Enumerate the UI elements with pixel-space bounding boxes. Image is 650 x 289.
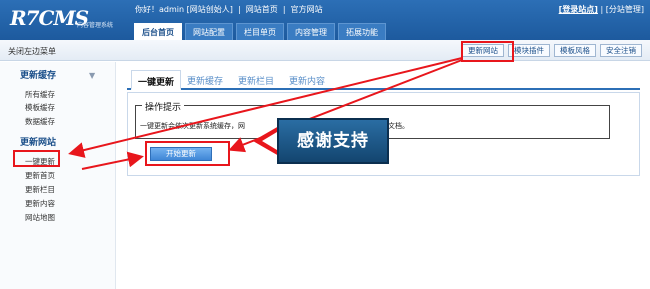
nav-tab-extensions[interactable]: 拓展功能 bbox=[338, 23, 386, 40]
site-home-link[interactable]: 网站首页 bbox=[246, 5, 278, 14]
thanks-badge: 感谢支持 bbox=[277, 118, 389, 164]
sidebar: 更新缓存 ▼ 所有缓存 模板缓存 数据缓存 更新网站 一键更新 更新首页 更新栏… bbox=[0, 62, 116, 289]
nav-tab-content[interactable]: 内容管理 bbox=[287, 23, 335, 40]
hint-text-tail: 文档。 bbox=[388, 122, 409, 130]
user-greeting: 你好！admin [网站创始人] bbox=[135, 5, 233, 14]
tab-update-content[interactable]: 更新内容 bbox=[289, 74, 325, 87]
nav-tab-site-config[interactable]: 网站配置 bbox=[185, 23, 233, 40]
sidebar-item-sitemap[interactable]: 网站地图 bbox=[25, 212, 55, 223]
sidebar-section-update[interactable]: 更新网站 bbox=[20, 135, 56, 148]
sidebar-item-update-content[interactable]: 更新内容 bbox=[25, 198, 55, 209]
start-button-highlight bbox=[145, 141, 230, 166]
nav-tab-column-page[interactable]: 栏目单页 bbox=[236, 23, 284, 40]
logo-subtitle: 内容管理系统 bbox=[77, 22, 114, 29]
hint-legend: 操作提示 bbox=[142, 100, 185, 113]
plugins-button[interactable]: 模块插件 bbox=[508, 44, 550, 57]
tab-update-column[interactable]: 更新栏目 bbox=[238, 74, 274, 87]
sidebar-item-data-cache[interactable]: 数据缓存 bbox=[25, 116, 55, 127]
top-header: R7CMS 内容管理系统 你好！admin [网站创始人] | 网站首页 | 官… bbox=[0, 0, 650, 40]
login-site-link[interactable]: [登录站点] bbox=[559, 5, 598, 14]
sidebar-item-update-home[interactable]: 更新首页 bbox=[25, 170, 55, 181]
logout-button[interactable]: 安全注销 bbox=[600, 44, 642, 57]
template-style-button[interactable]: 模板风格 bbox=[554, 44, 596, 57]
top-right-links: [登录站点] | [分站管理] bbox=[558, 5, 644, 14]
close-left-menu-link[interactable]: 关闭左边菜单 bbox=[8, 46, 56, 57]
main-nav: 后台首页 网站配置 栏目单页 内容管理 拓展功能 bbox=[134, 23, 386, 40]
sidebar-section-cache[interactable]: 更新缓存 bbox=[20, 68, 56, 81]
badge-arrow-inner-icon bbox=[262, 132, 277, 150]
sidebar-item-template-cache[interactable]: 模板缓存 bbox=[25, 102, 55, 113]
content-tabs: 一键更新 更新缓存 更新栏目 更新内容 bbox=[127, 70, 640, 90]
nav-tab-home[interactable]: 后台首页 bbox=[134, 23, 182, 40]
sub-toolbar: 关闭左边菜单 更新网站 模块插件 模板风格 安全注销 bbox=[0, 40, 650, 61]
collapse-arrow-icon[interactable]: ▼ bbox=[89, 71, 95, 80]
official-site-link[interactable]: 官方网站 bbox=[291, 5, 323, 14]
tab-update-cache[interactable]: 更新缓存 bbox=[187, 74, 223, 87]
update-site-highlight bbox=[461, 41, 514, 62]
tab-one-click-update[interactable]: 一键更新 bbox=[131, 70, 182, 90]
sidebar-highlight bbox=[13, 150, 60, 167]
sidebar-item-all-cache[interactable]: 所有缓存 bbox=[25, 89, 55, 100]
sidebar-item-update-column[interactable]: 更新栏目 bbox=[25, 184, 55, 195]
user-info: 你好！admin [网站创始人] | 网站首页 | 官方网站 bbox=[135, 5, 323, 14]
site-manage-link[interactable]: [分站管理] bbox=[606, 5, 644, 14]
hint-text: 一键更新会依次更新系统缓存，网 bbox=[140, 122, 245, 130]
